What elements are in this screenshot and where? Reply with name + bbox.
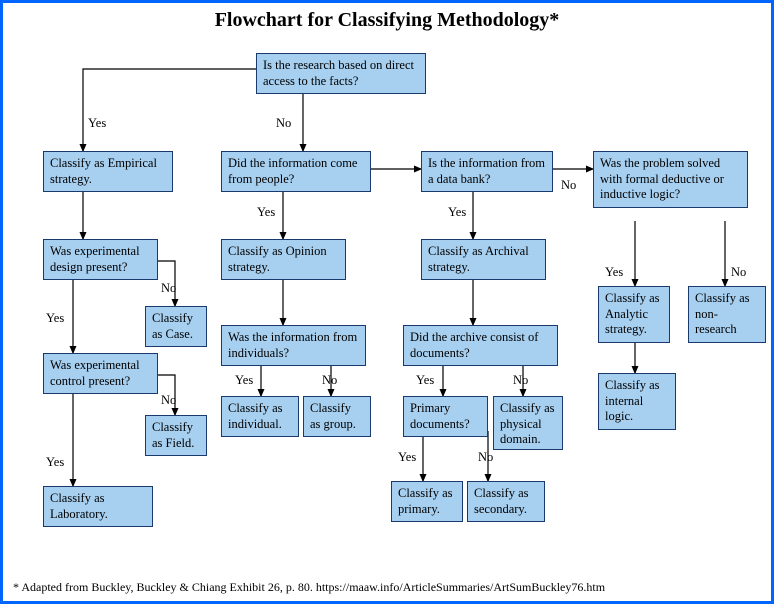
- diagram-frame: Flowchart for Classifying Methodology*: [0, 0, 774, 604]
- edge-label-no: No: [561, 178, 576, 193]
- edge-label-yes: Yes: [398, 450, 416, 465]
- node-classify-group: Classify as group.: [303, 396, 371, 437]
- node-classify-case: Classify as Case.: [145, 306, 207, 347]
- node-q-experimental-design: Was experimental design present?: [43, 239, 158, 280]
- node-classify-archival: Classify as Archival strategy.: [421, 239, 546, 280]
- node-classify-empirical: Classify as Empirical strategy.: [43, 151, 173, 192]
- node-q-experimental-control: Was experimental control present?: [43, 353, 158, 394]
- node-classify-primary: Classify as primary.: [391, 481, 463, 522]
- node-classify-internal-logic: Classify as internal logic.: [598, 373, 676, 430]
- edge-label-yes: Yes: [46, 455, 64, 470]
- node-classify-opinion: Classify as Opinion strategy.: [221, 239, 346, 280]
- edge-label-no: No: [161, 281, 176, 296]
- edge-label-yes: Yes: [448, 205, 466, 220]
- edge-label-yes: Yes: [235, 373, 253, 388]
- node-q-primary-documents: Primary documents?: [403, 396, 488, 437]
- edge-label-yes: Yes: [257, 205, 275, 220]
- edge-label-no: No: [322, 373, 337, 388]
- edge-label-no: No: [513, 373, 528, 388]
- edge-label-yes: Yes: [46, 311, 64, 326]
- node-classify-field: Classify as Field.: [145, 415, 207, 456]
- edge-label-yes: Yes: [416, 373, 434, 388]
- node-classify-secondary: Classify as secondary.: [467, 481, 545, 522]
- edge-label-yes: Yes: [88, 116, 106, 131]
- node-q-info-from-people: Did the information come from people?: [221, 151, 371, 192]
- node-classify-analytic: Classify as Analytic strategy.: [598, 286, 670, 343]
- node-q-archive-documents: Did the archive consist of documents?: [403, 325, 558, 366]
- edge-label-yes: Yes: [605, 265, 623, 280]
- node-classify-physical: Classify as physical domain.: [493, 396, 563, 450]
- node-q-formal-logic: Was the problem solved with formal deduc…: [593, 151, 748, 208]
- edge-label-no: No: [161, 393, 176, 408]
- edge-label-no: No: [276, 116, 291, 131]
- node-classify-nonresearch: Classify as non-research: [688, 286, 766, 343]
- node-q-direct-access: Is the research based on direct access t…: [256, 53, 426, 94]
- node-classify-laboratory: Classify as Laboratory.: [43, 486, 153, 527]
- footnote: * Adapted from Buckley, Buckley & Chiang…: [13, 580, 761, 595]
- node-classify-individual: Classify as individual.: [221, 396, 299, 437]
- node-q-info-from-individuals: Was the information from individuals?: [221, 325, 366, 366]
- node-q-data-bank: Is the information from a data bank?: [421, 151, 553, 192]
- edge-label-no: No: [478, 450, 493, 465]
- edge-label-no: No: [731, 265, 746, 280]
